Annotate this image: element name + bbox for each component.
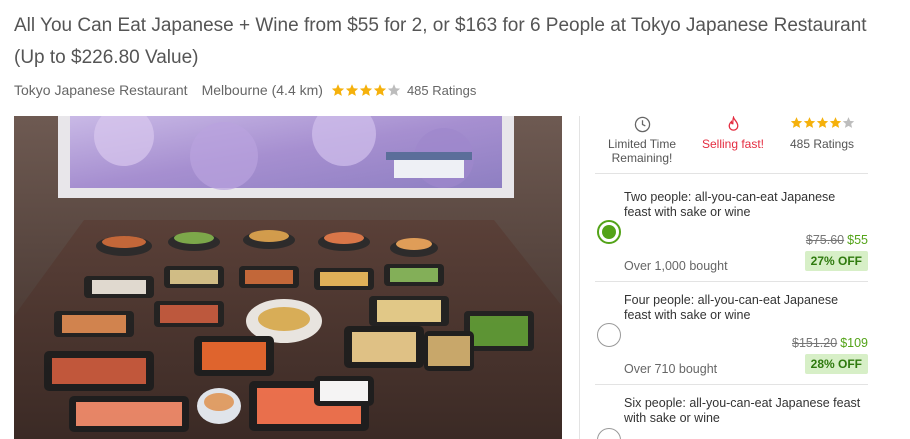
ratings-badge-text: 485 Ratings: [789, 137, 855, 151]
option-radio-selected[interactable]: [597, 220, 621, 244]
food-photo: [14, 116, 562, 439]
deal-meta: Tokyo Japanese Restaurant Melbourne (4.4…: [14, 80, 476, 100]
star-icon: [373, 84, 387, 96]
bought-count: Over 1,000 bought: [624, 259, 728, 273]
limited-time-badge: Limited Time Remaining!: [597, 116, 687, 165]
star-icon: [803, 117, 815, 128]
sale-price: $109: [840, 336, 868, 350]
location-text: Melbourne (4.4 km): [201, 82, 323, 98]
limited-time-text: Limited Time Remaining!: [607, 137, 677, 165]
star-icon: [331, 84, 345, 96]
clock-icon: [634, 116, 650, 133]
deal-option-six-people[interactable]: Six people: all-you-can-eat Japanese fea…: [595, 388, 868, 439]
option-radio[interactable]: [597, 323, 621, 347]
original-price: $151.20: [792, 336, 838, 350]
option-price: $75.60 $55: [806, 233, 868, 247]
option-radio[interactable]: [597, 428, 621, 439]
star-icon: [345, 84, 359, 96]
merchant-link[interactable]: Tokyo Japanese Restaurant: [14, 82, 188, 98]
ratings-badge[interactable]: 485 Ratings: [777, 116, 867, 151]
rating-stars-small: [777, 116, 867, 133]
star-icon: [816, 117, 828, 128]
selling-fast-badge: Selling fast!: [688, 116, 778, 151]
rating-stars[interactable]: [331, 83, 401, 97]
star-icon: [790, 117, 802, 128]
deal-badges: Limited Time Remaining! Selling fast! 48…: [595, 116, 868, 174]
discount-badge: 27% OFF: [804, 251, 868, 271]
star-empty-icon: [842, 117, 854, 128]
ratings-count[interactable]: 485 Ratings: [407, 83, 476, 98]
option-title: Six people: all-you-can-eat Japanese fea…: [624, 396, 861, 425]
selling-fast-text: Selling fast!: [701, 137, 765, 151]
star-icon: [359, 84, 373, 96]
option-price: $151.20 $109: [792, 336, 868, 350]
star-icon: [829, 117, 841, 128]
option-title: Four people: all-you-can-eat Japanese fe…: [624, 293, 839, 322]
option-title: Two people: all-you-can-eat Japanese fea…: [624, 190, 836, 219]
discount-badge: 28% OFF: [804, 354, 868, 374]
original-price: $75.60: [805, 233, 845, 247]
bought-count: Over 710 bought: [624, 362, 718, 376]
deal-title: All You Can Eat Japanese + Wine from $55…: [14, 15, 867, 68]
star-empty-icon: [387, 84, 401, 96]
deal-option-four-people[interactable]: Four people: all-you-can-eat Japanese fe…: [595, 285, 868, 385]
sale-price: $55: [847, 233, 868, 247]
flame-icon: [728, 116, 738, 131]
deal-option-two-people[interactable]: Two people: all-you-can-eat Japanese fea…: [595, 182, 868, 282]
deal-options-panel: Limited Time Remaining! Selling fast! 48…: [579, 116, 868, 439]
deal-image[interactable]: [14, 116, 562, 439]
